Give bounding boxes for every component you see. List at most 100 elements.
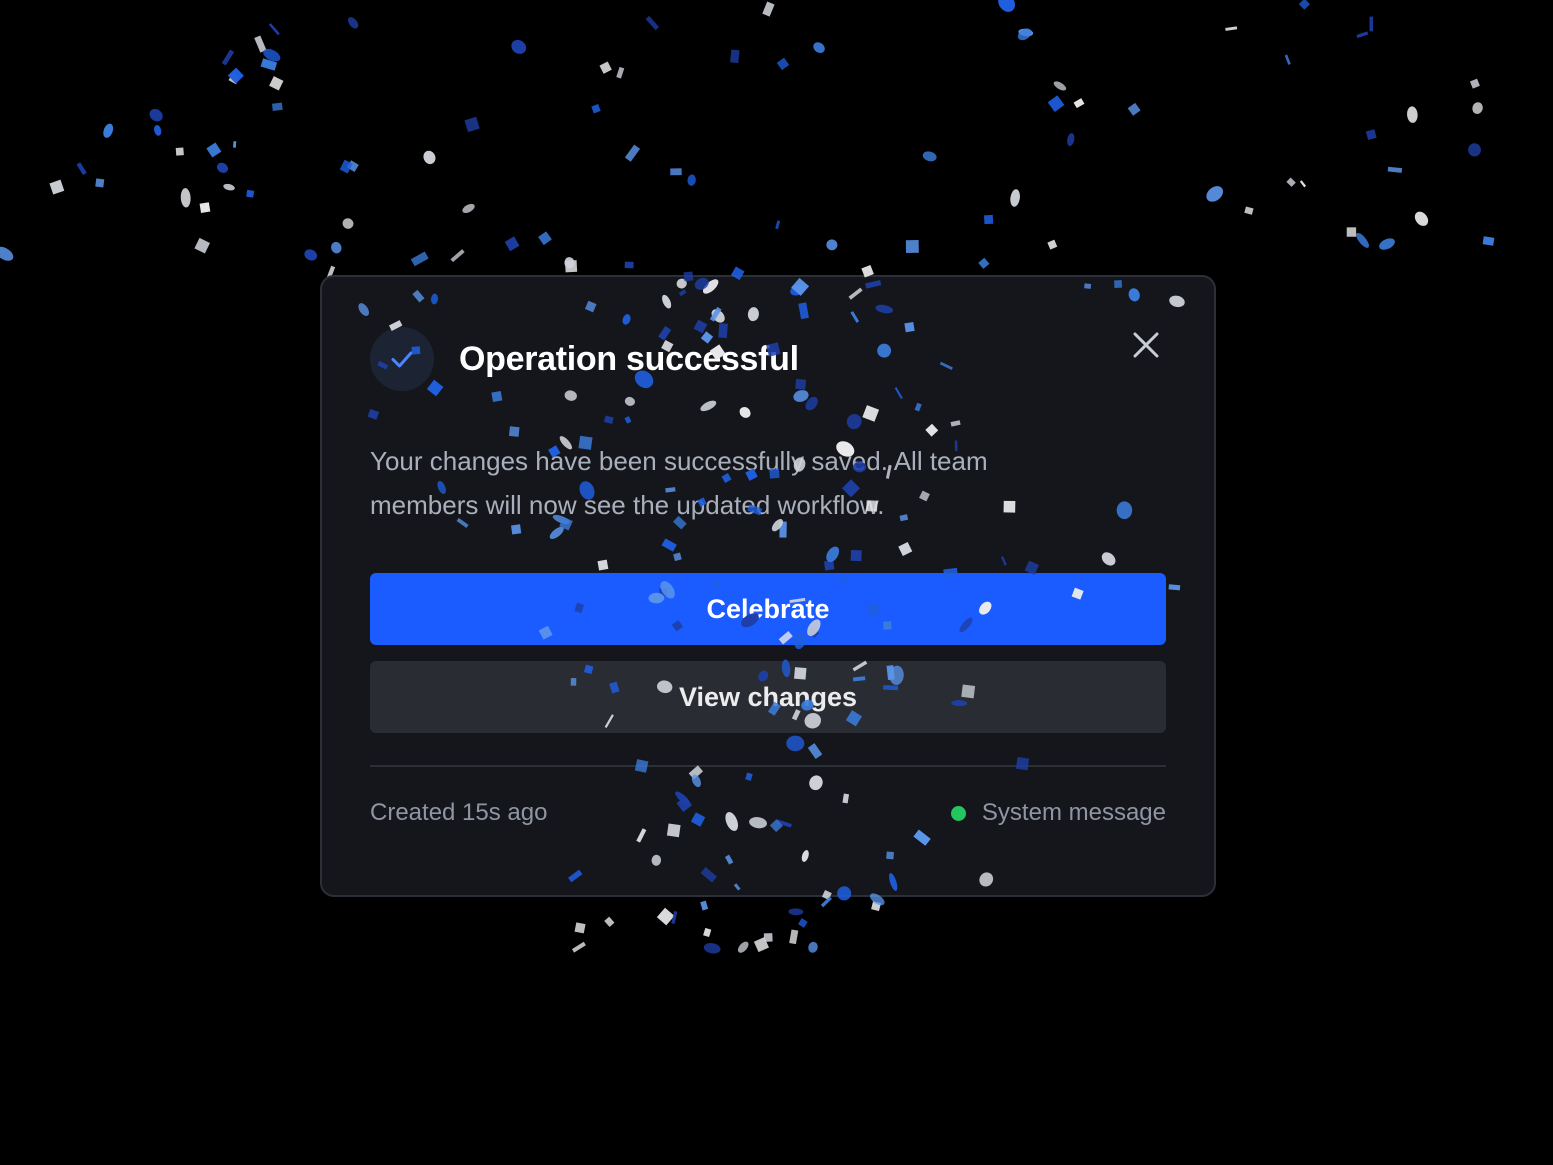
- confetti-piece: [820, 896, 832, 908]
- confetti-piece: [703, 943, 721, 954]
- confetti-piece: [616, 66, 625, 79]
- confetti-piece: [538, 231, 552, 246]
- confetti-piece: [331, 241, 342, 254]
- screen: Operation successful Your changes have b…: [0, 0, 1553, 1165]
- confetti-piece: [762, 1, 775, 17]
- message-source: System message: [950, 799, 1166, 827]
- success-badge: [370, 327, 434, 391]
- confetti-piece: [339, 159, 353, 174]
- confetti-piece: [260, 58, 278, 71]
- confetti-piece: [227, 67, 244, 84]
- confetti-piece: [1284, 54, 1291, 65]
- confetti-piece: [978, 257, 990, 269]
- confetti-piece: [775, 220, 781, 230]
- confetti-piece: [983, 214, 994, 225]
- confetti-piece: [1298, 0, 1311, 10]
- confetti-piece: [233, 141, 237, 148]
- confetti-piece: [263, 48, 281, 62]
- confetti-piece: [624, 261, 634, 269]
- confetti-piece: [1365, 129, 1377, 141]
- confetti-piece: [763, 933, 773, 942]
- confetti-piece: [175, 147, 184, 156]
- confetti-piece: [206, 142, 222, 158]
- confetti-piece: [49, 179, 65, 195]
- confetti-piece: [1469, 78, 1480, 89]
- close-icon: [1133, 332, 1159, 358]
- confetti-piece: [450, 249, 465, 263]
- confetti-piece: [656, 907, 675, 926]
- confetti-piece: [154, 125, 162, 136]
- confetti-piece: [0, 246, 14, 261]
- celebrate-button[interactable]: Celebrate: [370, 573, 1166, 645]
- confetti-piece: [671, 911, 678, 924]
- confetti-piece: [348, 17, 359, 29]
- footer-divider: [370, 765, 1166, 767]
- confetti-piece: [687, 174, 696, 186]
- close-button[interactable]: [1128, 327, 1164, 363]
- confetti-piece: [1206, 186, 1224, 202]
- confetti-piece: [254, 35, 267, 53]
- confetti-piece: [599, 61, 612, 74]
- confetti-piece: [571, 941, 586, 953]
- confetti-piece: [1047, 95, 1065, 112]
- confetti-piece: [271, 102, 283, 111]
- confetti-piece: [511, 39, 527, 54]
- confetti-piece: [423, 150, 436, 165]
- confetti-piece: [564, 257, 575, 269]
- confetti-piece: [1018, 28, 1034, 37]
- status-dot: [950, 805, 966, 821]
- confetti-piece: [753, 937, 769, 953]
- confetti-piece: [1379, 238, 1395, 250]
- confetti-piece: [776, 57, 790, 71]
- confetti-piece: [565, 260, 578, 273]
- confetti-piece: [228, 72, 241, 85]
- confetti-piece: [998, 0, 1016, 12]
- confetti-piece: [464, 116, 480, 133]
- confetti-piece: [905, 239, 919, 254]
- confetti-piece: [103, 123, 114, 138]
- confetti-piece: [730, 49, 740, 64]
- confetti-piece: [246, 189, 255, 198]
- confetti-piece: [216, 162, 229, 173]
- confetti-piece: [1299, 180, 1307, 188]
- confetti-piece: [1244, 206, 1254, 215]
- confetti-piece: [1346, 227, 1357, 237]
- confetti-piece: [1468, 143, 1481, 157]
- confetti-piece: [789, 929, 799, 945]
- confetti-piece: [1010, 189, 1020, 207]
- confetti-piece: [624, 144, 641, 162]
- confetti-piece: [95, 178, 105, 188]
- confetti-piece: [737, 941, 749, 953]
- confetti-piece: [788, 908, 804, 916]
- confetti-piece: [922, 151, 937, 162]
- confetti-piece: [1073, 98, 1085, 109]
- confetti-piece: [871, 901, 881, 912]
- confetti-piece: [1017, 28, 1032, 41]
- confetti-piece: [76, 162, 87, 176]
- created-timestamp: Created 15s ago: [370, 799, 548, 826]
- confetti-piece: [223, 183, 235, 191]
- confetti-piece: [1482, 236, 1495, 246]
- dialog-message: Your changes have been successfully save…: [370, 446, 988, 520]
- confetti-piece: [1356, 31, 1369, 39]
- confetti-piece: [1356, 232, 1369, 248]
- confetti-piece: [180, 188, 191, 208]
- confetti-piece: [342, 218, 354, 229]
- confetti-piece: [269, 76, 284, 91]
- source-label: System message: [981, 799, 1166, 826]
- confetti-piece: [1414, 211, 1429, 226]
- confetti-piece: [346, 160, 359, 172]
- confetti-piece: [1067, 133, 1075, 147]
- confetti-piece: [808, 941, 818, 953]
- confetti-piece: [1127, 102, 1141, 116]
- confetti-piece: [1047, 239, 1058, 250]
- confetti-piece: [1053, 81, 1067, 91]
- confetti-piece: [703, 927, 712, 938]
- confetti-piece: [826, 239, 838, 251]
- view-changes-button[interactable]: View changes: [370, 661, 1166, 733]
- confetti-piece: [194, 237, 210, 254]
- confetti-piece: [199, 202, 211, 214]
- confetti-piece: [1369, 16, 1374, 32]
- confetti-piece: [149, 108, 163, 122]
- confetti-piece: [268, 23, 280, 36]
